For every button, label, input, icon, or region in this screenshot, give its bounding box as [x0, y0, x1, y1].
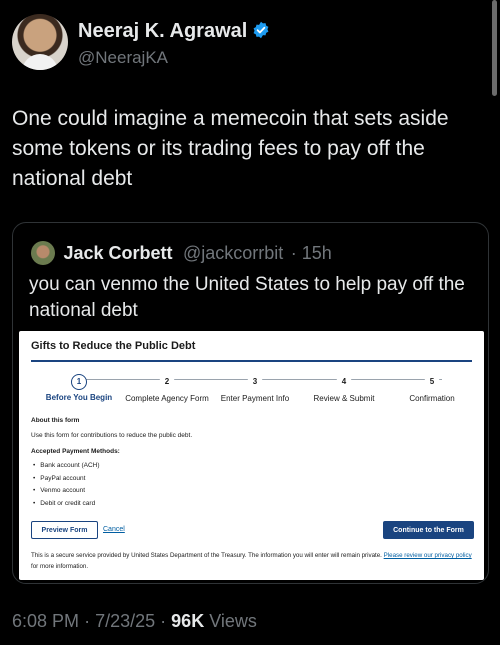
views-count: 96K [171, 611, 205, 631]
step-number: 1 [71, 374, 87, 390]
quoted-author-handle[interactable]: @jackcorrbit [183, 243, 283, 263]
payment-method-item: Debit or credit card [33, 500, 100, 513]
footnote-end: for more information. [31, 563, 89, 570]
footnote-text: This is a secure service provided by Uni… [31, 552, 382, 559]
author-handle[interactable]: @NeerajKA [78, 48, 168, 68]
tweet-text: One could imagine a memecoin that sets a… [12, 107, 449, 190]
privacy-policy-link[interactable]: Please review our privacy policy [384, 552, 472, 559]
payment-method-item: Venmo account [33, 487, 100, 500]
meta-separator: · [160, 611, 167, 631]
payment-method-item: Bank account (ACH) [33, 462, 99, 475]
step-label: Complete Agency Form [125, 394, 209, 403]
payment-method-item: PayPal account [33, 475, 100, 488]
continue-to-form-button[interactable]: Continue to the Form [383, 521, 474, 539]
author-name-row[interactable]: Neeraj K. Agrawal [78, 20, 270, 43]
step-3: 3 Enter Payment Info [207, 371, 303, 403]
step-4: 4 Review & Submit [296, 371, 392, 403]
author-avatar[interactable] [12, 14, 68, 70]
tweet-meta: 6:08 PM · 7/23/25 · 96K Views [12, 611, 257, 632]
title-divider [31, 360, 472, 362]
attached-screenshot-form[interactable]: Gifts to Reduce the Public Debt 1 Before… [19, 331, 484, 580]
step-label: Before You Begin [45, 393, 113, 402]
step-number: 4 [336, 375, 352, 391]
form-title: Gifts to Reduce the Public Debt [31, 340, 196, 352]
step-label: Enter Payment Info [220, 394, 290, 403]
quoted-tweet-header: Jack Corbett @jackcorrbit · 15h [31, 241, 332, 265]
quoted-author-name[interactable]: Jack Corbett [63, 243, 172, 263]
methods-title: Accepted Payment Methods: [31, 448, 120, 455]
author-name[interactable]: Neeraj K. Agrawal [78, 20, 247, 42]
step-number: 5 [424, 375, 440, 391]
cancel-link[interactable]: Cancel [103, 526, 125, 533]
quoted-tweet-time[interactable]: · 15h [291, 243, 332, 263]
quoted-tweet-text: you can venmo the United States to help … [29, 274, 465, 321]
step-number: 2 [159, 375, 175, 391]
about-title: About this form [31, 417, 80, 424]
step-label: Review & Submit [313, 394, 375, 403]
about-text: Use this form for contributions to reduc… [31, 432, 193, 439]
step-1: 1 Before You Begin [31, 371, 127, 402]
payment-methods-list: Bank account (ACH) PayPal account Venmo … [33, 462, 100, 513]
post-date[interactable]: 7/23/25 [95, 611, 155, 631]
step-label: Confirmation [409, 394, 455, 403]
security-footnote: This is a secure service provided by Uni… [31, 550, 472, 572]
quoted-tweet[interactable]: Jack Corbett @jackcorrbit · 15h you can … [12, 222, 489, 584]
verified-badge-icon [253, 21, 269, 39]
tweet-header: Neeraj K. Agrawal @NeerajKA [12, 14, 482, 76]
scrollbar[interactable] [492, 0, 497, 96]
step-5: 5 Confirmation [384, 371, 480, 403]
quoted-author-avatar[interactable] [31, 241, 55, 265]
step-2: 2 Complete Agency Form [119, 371, 215, 403]
preview-form-button[interactable]: Preview Form [31, 521, 98, 539]
step-number: 3 [247, 375, 263, 391]
views-label: Views [209, 611, 257, 631]
post-time[interactable]: 6:08 PM [12, 611, 79, 631]
meta-separator: · [84, 611, 91, 631]
